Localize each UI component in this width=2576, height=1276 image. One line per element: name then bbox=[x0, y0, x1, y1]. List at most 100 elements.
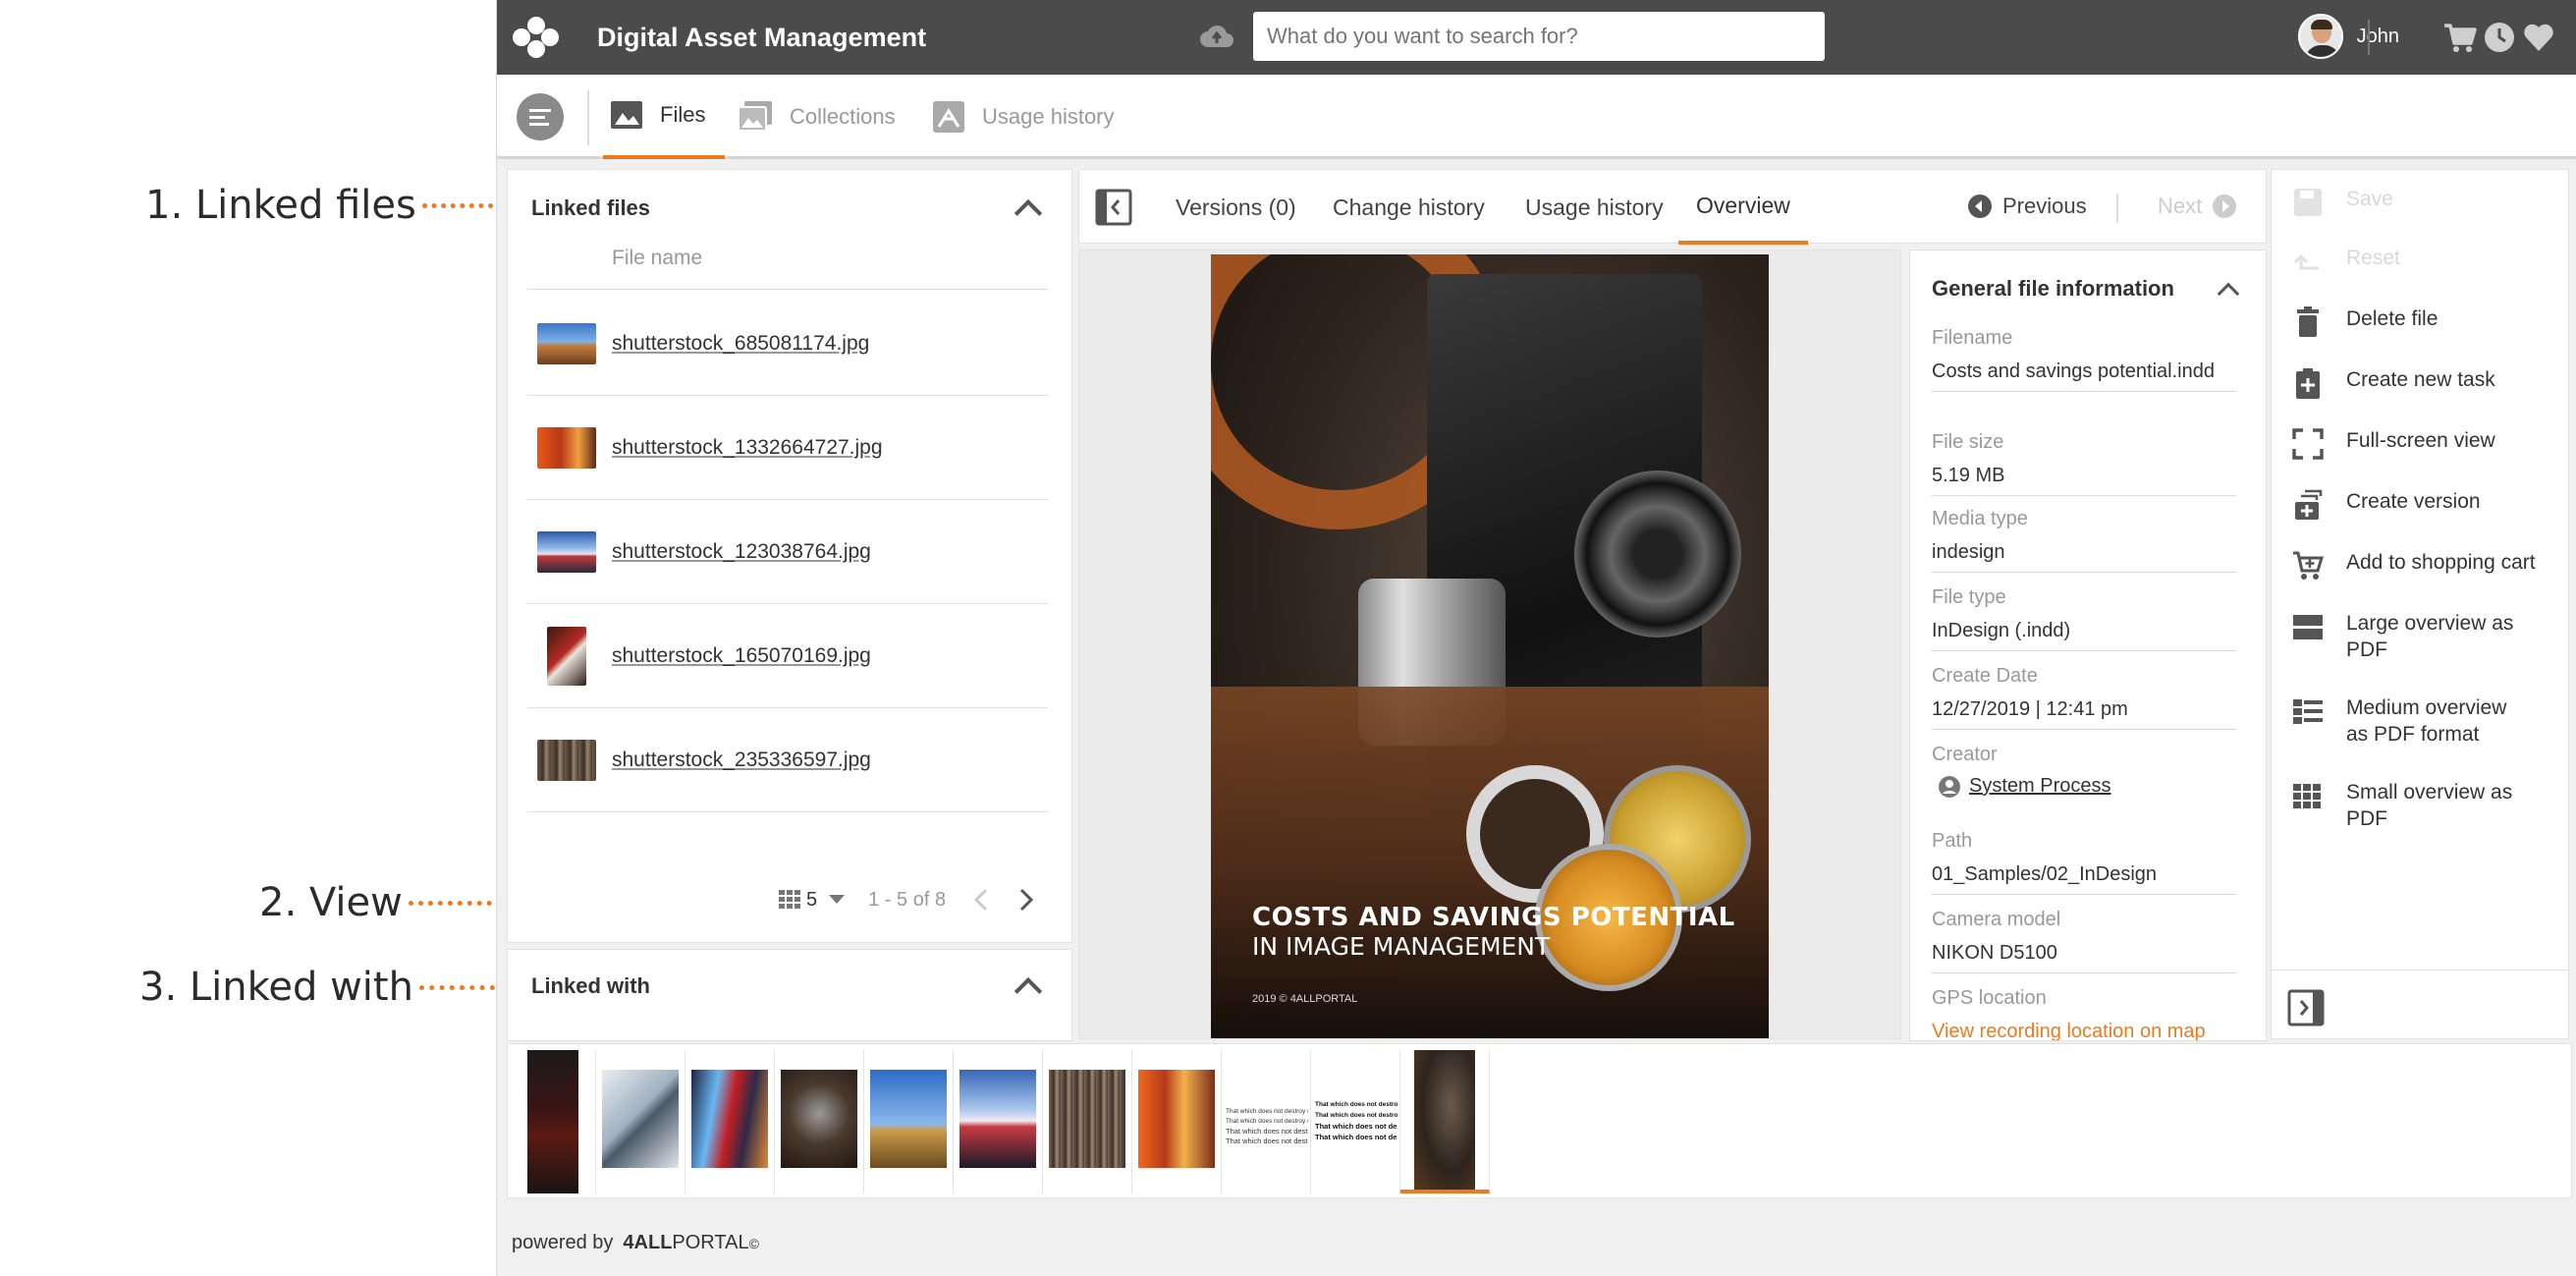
screenshot-root: 1. Linked files 2. View 3. Linked with D… bbox=[0, 0, 2576, 1276]
shopping-cart-icon[interactable] bbox=[2442, 20, 2478, 55]
menu-toggle-button[interactable] bbox=[517, 93, 564, 140]
file-thumbnail bbox=[537, 530, 596, 573]
filmstrip-thumbnail bbox=[602, 1070, 679, 1168]
table-row[interactable]: shutterstock_123038764.jpg bbox=[527, 500, 1048, 604]
large-overview-pdf-button[interactable]: Large overview as PDF bbox=[2291, 610, 2517, 663]
toggle-right-panel-icon[interactable] bbox=[2287, 989, 2325, 1026]
reset-icon bbox=[2293, 253, 2319, 270]
logo-icon[interactable] bbox=[511, 13, 560, 62]
creator-link[interactable]: System Process bbox=[1969, 773, 2110, 800]
table-row[interactable]: shutterstock_685081174.jpg bbox=[527, 292, 1048, 396]
filmstrip-item[interactable]: That which does not destroy me, only mak… bbox=[1311, 1050, 1400, 1193]
divider bbox=[587, 90, 589, 145]
search-input[interactable] bbox=[1253, 12, 1825, 61]
annotation-label: 3. Linked with bbox=[139, 965, 413, 1010]
upload-cloud-icon[interactable] bbox=[1199, 22, 1234, 51]
tab-files[interactable]: Files bbox=[603, 75, 725, 159]
trash-icon bbox=[2297, 306, 2319, 337]
full-screen-view-button[interactable]: Full-screen view bbox=[2291, 427, 2495, 461]
chevron-down-icon[interactable] bbox=[827, 893, 847, 907]
app-title: Digital Asset Management bbox=[597, 22, 927, 52]
add-to-shopping-cart-button[interactable]: Add to shopping cart bbox=[2291, 549, 2536, 583]
usage-icon bbox=[933, 101, 964, 133]
filmstrip-thumbnail bbox=[1414, 1050, 1475, 1190]
save-icon bbox=[2294, 189, 2322, 216]
chevron-left-icon[interactable] bbox=[973, 887, 989, 913]
field-label: Camera model bbox=[1932, 909, 2061, 930]
fullscreen-icon bbox=[2292, 428, 2324, 460]
tab-label: Usage history bbox=[982, 104, 1115, 129]
filmstrip-item[interactable] bbox=[508, 1050, 596, 1193]
delete-file-button[interactable]: Delete file bbox=[2291, 305, 2438, 339]
doc-line: That which does not destroy me, only mak… bbox=[1315, 1112, 1398, 1119]
doc-line: That which does not destroy me bbox=[1315, 1122, 1398, 1131]
filmstrip-item[interactable] bbox=[1132, 1050, 1222, 1193]
table-row[interactable]: shutterstock_165070169.jpg bbox=[527, 604, 1048, 708]
linked-files-panel: Linked files File name shutterstock_6850… bbox=[507, 169, 1072, 943]
next-label: Next bbox=[2158, 194, 2203, 218]
tab-usage-history[interactable]: Usage history bbox=[1525, 170, 1664, 245]
chevron-right-icon[interactable] bbox=[1018, 887, 1034, 913]
table-header: File name bbox=[527, 225, 1048, 290]
grid-view-icon[interactable] bbox=[779, 890, 802, 910]
next-icon bbox=[2213, 194, 2237, 218]
gps-location-link[interactable]: View recording location on map bbox=[1932, 1019, 2236, 1040]
tab-usage-history[interactable]: Usage history bbox=[931, 75, 1115, 159]
save-button[interactable]: Save bbox=[2291, 186, 2393, 219]
filmstrip-item[interactable]: That which does not destroy me, only mak… bbox=[1222, 1050, 1311, 1193]
field-value-camera-model: NIKON D5100 bbox=[1932, 940, 2236, 973]
file-name-link[interactable]: shutterstock_165070169.jpg bbox=[612, 644, 871, 668]
create-version-button[interactable]: Create version bbox=[2291, 488, 2481, 522]
filmstrip-item[interactable] bbox=[864, 1050, 954, 1193]
document-preview-image[interactable]: COSTS AND SAVINGS POTENTIAL IN IMAGE MAN… bbox=[1211, 254, 1769, 1038]
toggle-left-panel-icon[interactable] bbox=[1095, 189, 1132, 226]
filmstrip-item[interactable] bbox=[1043, 1050, 1132, 1193]
filmstrip-item[interactable] bbox=[954, 1050, 1043, 1193]
table-row[interactable]: shutterstock_1332664727.jpg bbox=[527, 396, 1048, 500]
field-label: Create Date bbox=[1932, 665, 2038, 687]
create-new-task-button[interactable]: Create new task bbox=[2291, 366, 2495, 400]
filmstrip-item[interactable] bbox=[775, 1050, 864, 1193]
file-name-link[interactable]: shutterstock_1332664727.jpg bbox=[612, 436, 883, 460]
general-file-info-panel: General file information Filename Costs … bbox=[1909, 250, 2267, 1041]
filmstrip-item[interactable] bbox=[685, 1050, 775, 1193]
filmstrip-thumbnail bbox=[1049, 1070, 1125, 1168]
file-name-link[interactable]: shutterstock_123038764.jpg bbox=[612, 540, 871, 564]
filmstrip-item-selected[interactable] bbox=[1400, 1050, 1490, 1193]
tab-collections[interactable]: Collections bbox=[737, 75, 896, 159]
user-menu[interactable]: John bbox=[2297, 14, 2399, 59]
dam-app-window: Digital Asset Management John bbox=[496, 0, 2576, 1276]
filmstrip-thumbnail-text: That which does not destroy me, only mak… bbox=[1315, 1099, 1398, 1142]
file-name-link[interactable]: shutterstock_235336597.jpg bbox=[612, 749, 871, 772]
doc-line: That which does not dest bbox=[1226, 1137, 1308, 1145]
tab-label: Usage history bbox=[1525, 194, 1664, 220]
detail-tab-bar: Versions (0) Change history Usage histor… bbox=[1078, 169, 2267, 245]
page-size-select[interactable]: 5 bbox=[806, 889, 817, 912]
table-row[interactable]: shutterstock_235336597.jpg bbox=[527, 708, 1048, 812]
clock-icon[interactable] bbox=[2482, 20, 2517, 55]
filmstrip-item[interactable] bbox=[596, 1050, 685, 1193]
field-label: Filename bbox=[1932, 327, 2013, 349]
file-name-link[interactable]: shutterstock_685081174.jpg bbox=[612, 332, 869, 356]
small-overview-pdf-button[interactable]: Small overview as PDF bbox=[2291, 779, 2517, 832]
action-label: Create new task bbox=[2346, 368, 2495, 391]
expand-chevron-icon[interactable] bbox=[1014, 976, 1043, 1006]
medium-overview-pdf-button[interactable]: Medium overview as PDF format bbox=[2291, 694, 2527, 748]
collapse-chevron-icon[interactable] bbox=[1014, 198, 1043, 228]
field-label: GPS location bbox=[1932, 987, 2047, 1009]
previous-button[interactable]: Previous bbox=[1967, 194, 2087, 219]
tab-versions[interactable]: Versions (0) bbox=[1176, 170, 1296, 245]
tab-overview[interactable]: Overview bbox=[1678, 170, 1808, 245]
linked-with-panel: Linked with bbox=[507, 949, 1072, 1041]
next-button[interactable]: Next bbox=[2158, 194, 2237, 219]
heart-icon[interactable] bbox=[2521, 20, 2556, 55]
tab-change-history[interactable]: Change history bbox=[1333, 170, 1485, 245]
collapse-chevron-icon[interactable] bbox=[2217, 282, 2240, 305]
field-label: Creator bbox=[1932, 744, 1998, 765]
linked-with-title: Linked with bbox=[531, 973, 650, 998]
reset-button[interactable]: Reset bbox=[2291, 245, 2400, 278]
tab-label: Versions (0) bbox=[1176, 194, 1296, 220]
column-header-file-name[interactable]: File name bbox=[612, 247, 702, 270]
main-tabs: Files Collections Usage history bbox=[497, 75, 2576, 159]
clipboard-plus-icon bbox=[2296, 368, 2320, 399]
